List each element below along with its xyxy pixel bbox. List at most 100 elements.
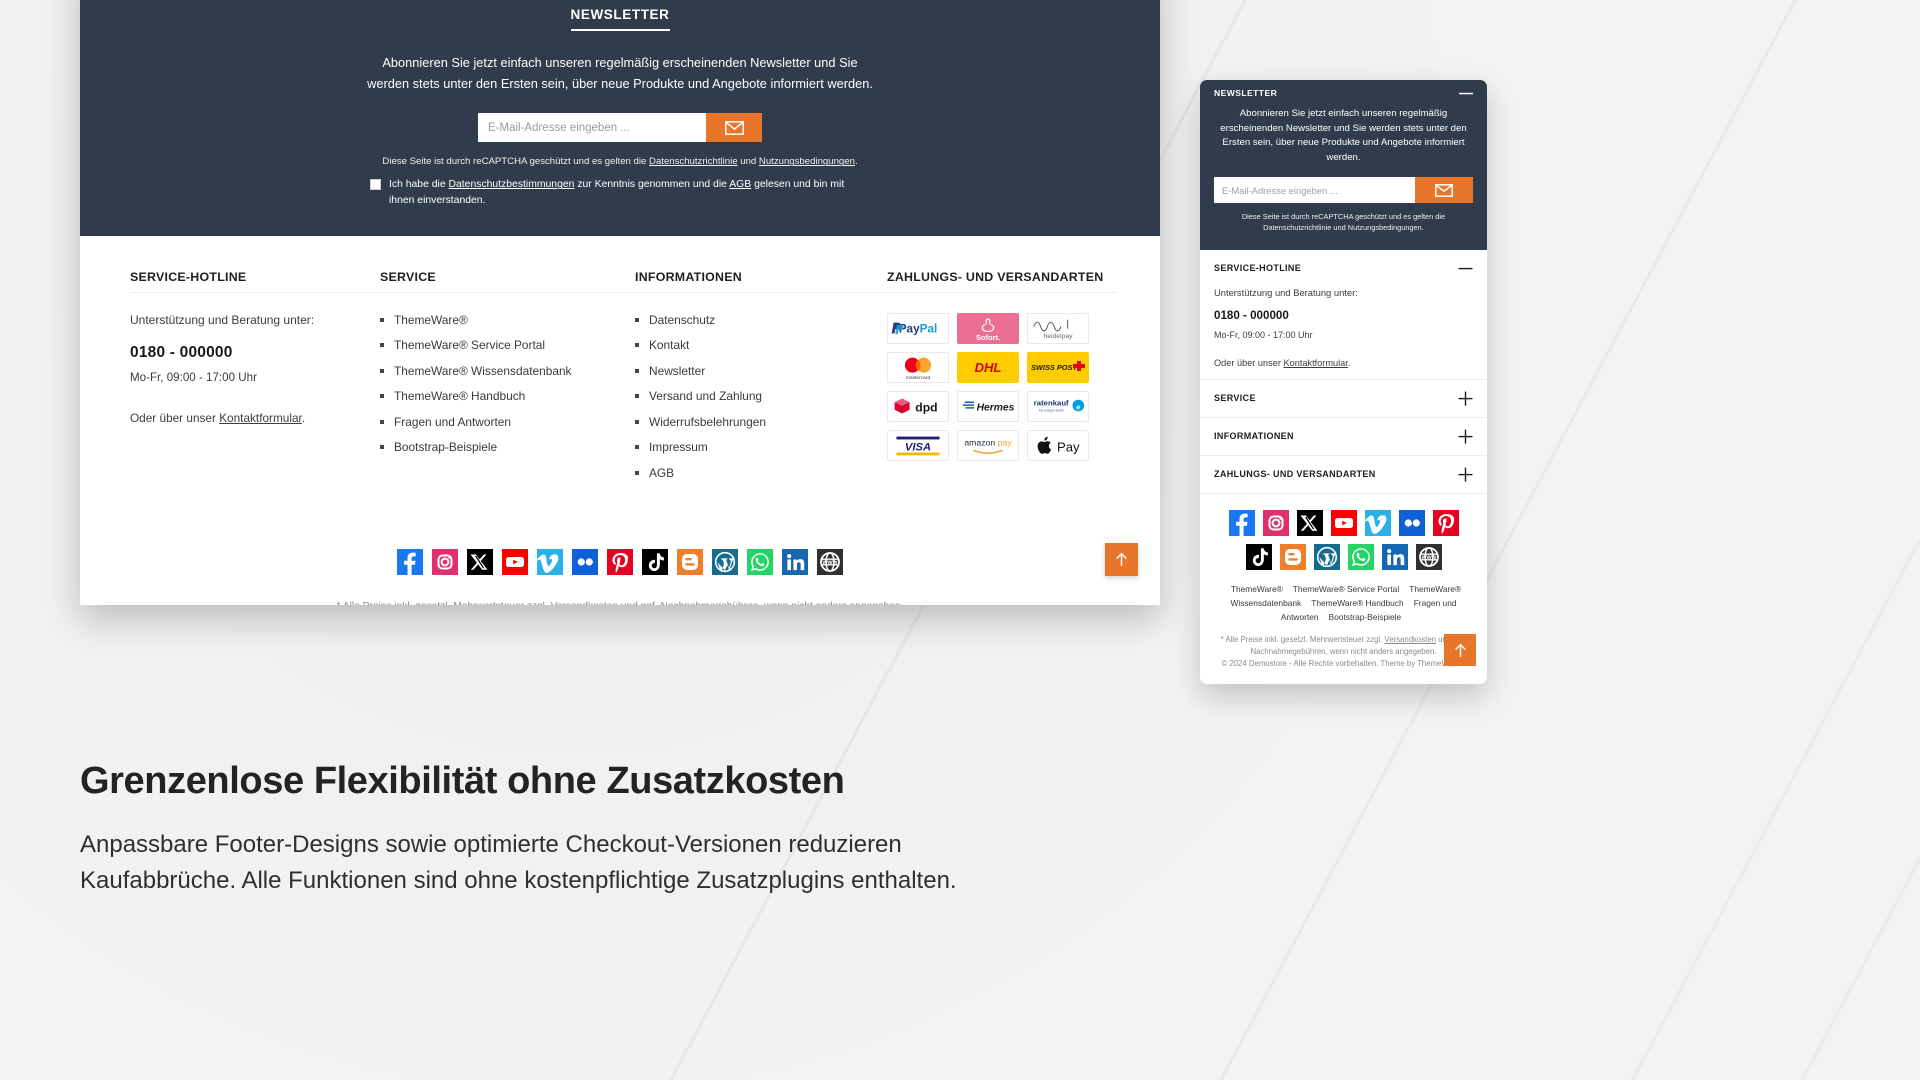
whatsapp-icon[interactable] [1347, 543, 1374, 570]
blogger-icon[interactable] [1279, 543, 1306, 570]
desktop-footer-preview: NEWSLETTER Abonnieren Sie jetzt einfach … [80, 0, 1160, 605]
mobile-theme-link[interactable]: ThemeWare® Service Portal [1293, 584, 1399, 594]
pinterest-icon[interactable] [1432, 509, 1459, 536]
datenschutzbestimmungen-link[interactable]: Datenschutzbestimmungen [449, 179, 575, 190]
facebook-icon[interactable] [1228, 509, 1255, 536]
linkedin-icon[interactable] [782, 549, 808, 576]
newsletter-title: NEWSLETTER [570, 7, 670, 31]
x-twitter-icon[interactable] [1296, 509, 1323, 536]
website-icon[interactable]: www [817, 549, 843, 576]
terms-of-use-link[interactable]: Nutzungsbedingungen [759, 156, 855, 167]
svg-text:PayPal: PayPal [899, 323, 938, 336]
column-title-hotline: SERVICE-HOTLINE [130, 270, 380, 293]
list-item[interactable]: Datenschutz [635, 313, 887, 327]
privacy-policy-link[interactable]: Datenschutzrichtlinie [649, 156, 738, 167]
mobile-accordion-header-service[interactable]: SERVICE [1214, 391, 1473, 406]
consent-checkbox[interactable] [370, 179, 381, 191]
mobile-scroll-to-top-button[interactable] [1444, 634, 1476, 666]
mobile-accordion-service[interactable]: SERVICE [1200, 380, 1487, 418]
heidelpay-logo[interactable]: heidelpay [1027, 312, 1089, 344]
mobile-newsletter-submit-button[interactable] [1415, 177, 1473, 204]
mobile-accordion-header-hotline[interactable]: SERVICE-HOTLINE [1214, 261, 1473, 276]
list-item[interactable]: Kontakt [635, 338, 887, 352]
youtube-icon[interactable] [1330, 509, 1357, 536]
amazonpay-logo[interactable]: amazon pay [957, 429, 1019, 461]
mobile-kontaktformular-link[interactable]: Kontaktformular [1283, 358, 1347, 368]
mobile-newsletter-email-input[interactable] [1214, 177, 1415, 204]
wordpress-icon[interactable] [712, 549, 738, 576]
visa-logo[interactable]: VISA [887, 429, 949, 461]
dpd-logo[interactable]: dpd [887, 390, 949, 422]
blogger-icon[interactable] [677, 549, 703, 576]
newsletter-description: Abonnieren Sie jetzt einfach unseren reg… [367, 55, 873, 91]
mobile-theme-link[interactable]: ThemeWare® [1231, 584, 1283, 594]
whatsapp-icon[interactable] [747, 549, 773, 576]
hotline-hours: Mo-Fr, 09:00 - 17:00 Uhr [130, 370, 257, 384]
x-twitter-icon[interactable] [467, 549, 493, 576]
pinterest-icon[interactable] [607, 549, 633, 576]
blogger-icon [1284, 548, 1301, 565]
consent-row[interactable]: Ich habe die Datenschutzbestimmungen zur… [370, 177, 870, 207]
tiktok-icon[interactable] [642, 549, 668, 576]
mobile-hotline-number: 0180 - 000000 [1214, 308, 1289, 322]
list-item[interactable]: Bootstrap-Beispiele [380, 440, 635, 454]
newsletter-submit-button[interactable] [706, 113, 762, 143]
mastercard-logo[interactable]: mastercard [887, 351, 949, 383]
column-payment: ZAHLUNGS- UND VERSANDARTEN PayPal Sofort.… [887, 270, 1117, 492]
sofort-logo[interactable]: Sofort. [957, 312, 1019, 344]
instagram-icon[interactable] [1262, 509, 1289, 536]
vimeo-icon[interactable] [537, 549, 563, 576]
mobile-accordion-payment[interactable]: ZAHLUNGS- UND VERSANDARTEN [1200, 456, 1487, 494]
mobile-newsletter-title: NEWSLETTER [1214, 88, 1278, 98]
website-icon[interactable]: www [1415, 543, 1442, 570]
ratenkauf-logo[interactable]: ratenkauf by easyCredit e [1027, 390, 1089, 422]
list-item[interactable]: Fragen und Antworten [380, 415, 635, 429]
recaptcha-notice: Diese Seite ist durch reCAPTCHA geschütz… [180, 156, 1060, 167]
recaptcha-prefix: Diese Seite ist durch reCAPTCHA geschütz… [382, 156, 650, 168]
agb-link[interactable]: AGB [729, 179, 751, 190]
list-item[interactable]: ThemeWare® [380, 313, 635, 327]
flickr-icon[interactable] [1398, 509, 1425, 536]
youtube-icon[interactable] [502, 549, 528, 576]
mobile-newsletter-header[interactable]: NEWSLETTER [1214, 88, 1473, 98]
instagram-icon[interactable] [432, 549, 458, 576]
mobile-accordion-informationen[interactable]: INFORMATIONEN [1200, 418, 1487, 456]
mobile-versandkosten-link[interactable]: Versandkosten [1384, 635, 1436, 644]
svg-text:mastercard: mastercard [906, 375, 931, 381]
mobile-theme-link[interactable]: ThemeWare® Handbuch [1311, 598, 1403, 608]
hermes-logo[interactable]: Hermes [957, 390, 1019, 422]
list-item[interactable]: Widerrufsbelehrungen [635, 415, 887, 429]
legal-prefix: * Alle Preise inkl. gesetzl. Mehrwertste… [337, 601, 551, 605]
versandkosten-link[interactable]: Versandkosten [551, 601, 618, 605]
list-item[interactable]: ThemeWare® Service Portal [380, 338, 635, 352]
wordpress-icon [1316, 546, 1337, 568]
facebook-icon[interactable] [397, 549, 423, 576]
mobile-theme-link[interactable]: Bootstrap-Beispiele [1329, 612, 1402, 622]
linkedin-icon[interactable] [1381, 543, 1408, 570]
flickr-icon[interactable] [572, 549, 598, 576]
swisspost-logo[interactable]: SWISS POST [1027, 351, 1089, 383]
dhl-logo[interactable]: DHL [957, 351, 1019, 383]
wordpress-icon[interactable] [1313, 543, 1340, 570]
list-item[interactable]: AGB [635, 466, 887, 480]
paypal-logo[interactable]: PayPal [887, 312, 949, 344]
svg-text:www: www [822, 559, 838, 566]
svg-text:Sofort.: Sofort. [976, 333, 1000, 342]
vimeo-icon[interactable] [1364, 509, 1391, 536]
list-item[interactable]: Newsletter [635, 364, 887, 378]
list-item[interactable]: ThemeWare® Handbuch [380, 389, 635, 403]
newsletter-email-input[interactable] [478, 113, 706, 143]
mobile-accordion-title-informationen: INFORMATIONEN [1214, 431, 1294, 442]
list-item[interactable]: Versand und Zahlung [635, 389, 887, 403]
mobile-accordion-header-payment[interactable]: ZAHLUNGS- UND VERSANDARTEN [1214, 467, 1473, 482]
mobile-accordion-header-informationen[interactable]: INFORMATIONEN [1214, 429, 1473, 444]
tiktok-icon[interactable] [1245, 543, 1272, 570]
newsletter-form [180, 113, 1060, 143]
consent-part2: zur Kenntnis genommen und die [574, 179, 730, 191]
kontaktformular-link[interactable]: Kontaktformular [219, 411, 302, 425]
list-item[interactable]: ThemeWare® Wissensdatenbank [380, 364, 635, 378]
applepay-logo[interactable]: Pay [1027, 429, 1089, 461]
list-item[interactable]: Impressum [635, 440, 887, 454]
pinterest-icon [1438, 513, 1454, 534]
scroll-to-top-button[interactable] [1105, 543, 1138, 576]
